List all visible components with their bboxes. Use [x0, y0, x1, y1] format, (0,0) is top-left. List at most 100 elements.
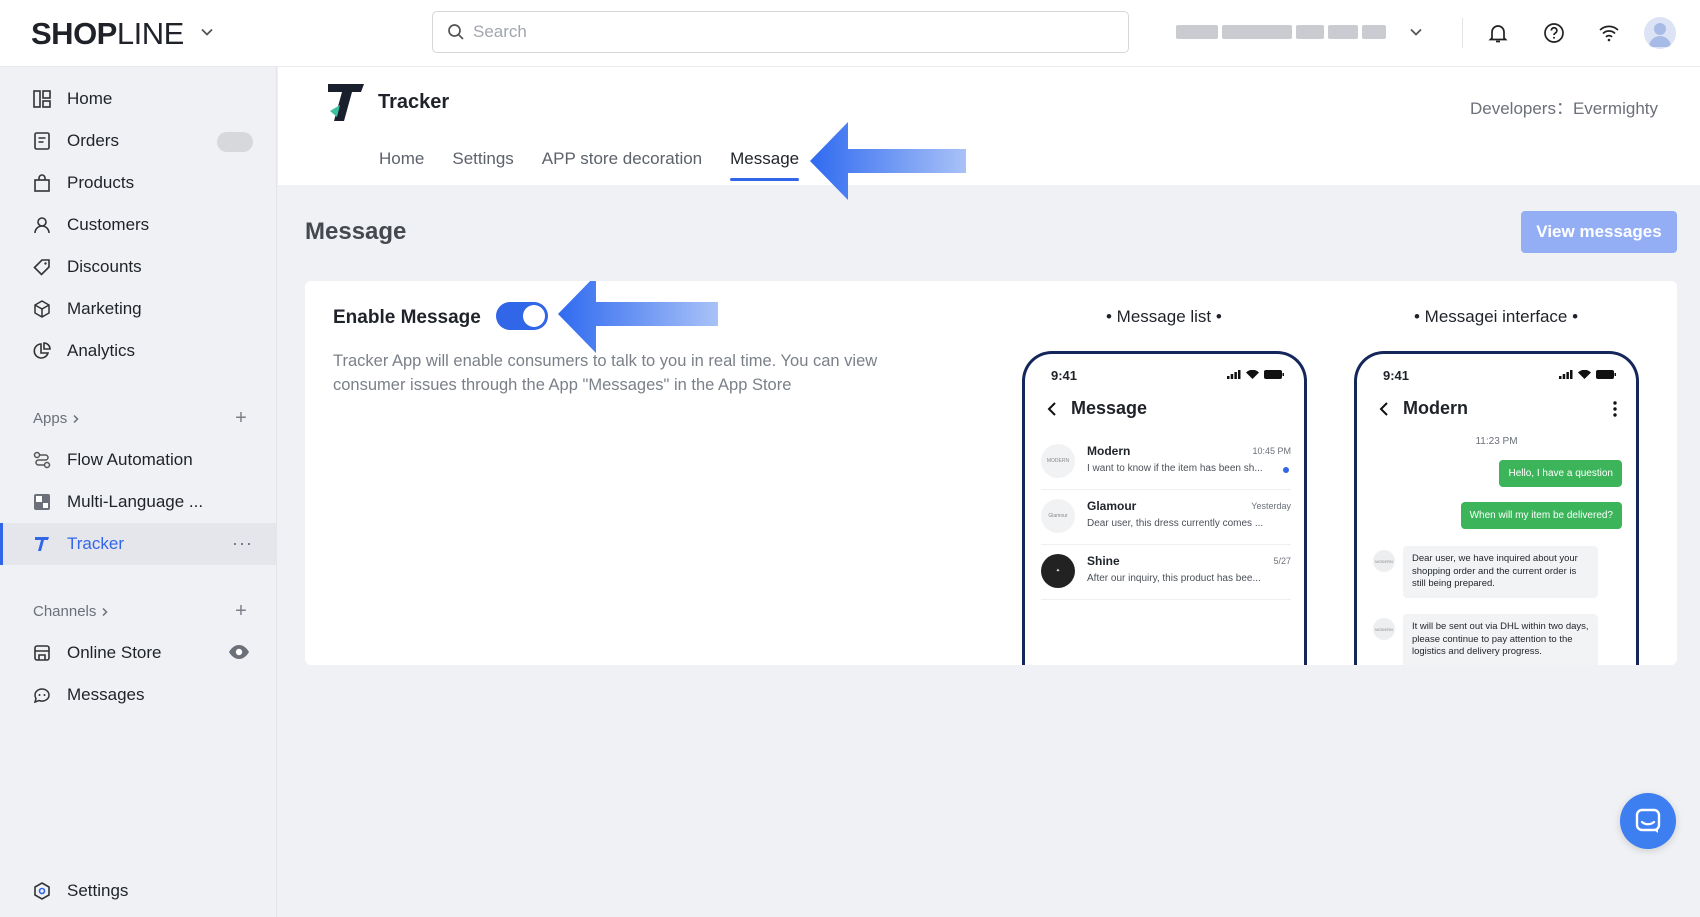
- contact-avatar: MODERN: [1041, 444, 1075, 478]
- message-list-item[interactable]: Glamour Glamour Yesterday Dear user, thi…: [1041, 491, 1291, 545]
- settings-icon: [32, 881, 52, 901]
- contact-avatar: ✦: [1041, 554, 1075, 588]
- flow-icon: [32, 450, 52, 470]
- chat-avatar: MODERN: [1373, 550, 1395, 572]
- wifi-icon[interactable]: [1595, 19, 1623, 47]
- add-channel-plus-icon[interactable]: +: [233, 601, 249, 621]
- contact-avatar: Glamour: [1041, 499, 1075, 533]
- sidebar-item-messages[interactable]: Messages: [0, 674, 276, 716]
- phone-time: 9:41: [1051, 368, 1078, 383]
- message-time: Yesterday: [1251, 501, 1291, 511]
- topbar-divider: [1462, 18, 1463, 48]
- logo-light-text: LINE: [116, 16, 184, 51]
- logo-bold-text: SHOP: [31, 16, 117, 51]
- sidebar-item-multi-language[interactable]: Multi-Language ...: [0, 481, 276, 523]
- sidebar-item-label: Multi-Language ...: [67, 492, 204, 511]
- received-message-bubble: Dear user, we have inquired about your s…: [1403, 546, 1598, 598]
- message-time: 10:45 PM: [1252, 446, 1291, 456]
- sidebar-item-label: Settings: [67, 881, 129, 900]
- signal-icon: [1559, 370, 1573, 379]
- add-app-plus-icon[interactable]: +: [233, 408, 249, 428]
- sidebar-item-flow-automation[interactable]: Flow Automation: [0, 439, 276, 481]
- chevron-right-icon: [102, 607, 108, 616]
- message-interface-preview-label: • Messagei interface •: [1414, 307, 1579, 326]
- more-options-icon[interactable]: ···: [232, 533, 253, 554]
- sidebar-item-label: Home: [67, 89, 113, 108]
- sidebar-item-analytics[interactable]: Analytics: [0, 330, 276, 372]
- unread-dot: [1283, 467, 1289, 473]
- search-bar[interactable]: [432, 11, 1129, 53]
- more-vertical-icon[interactable]: [1612, 400, 1618, 418]
- phone-preview-message-list: 9:41 Message MODERN Modern 10:45 PM I wa…: [1022, 351, 1307, 665]
- back-arrow-icon[interactable]: [1047, 401, 1057, 417]
- sidebar-item-orders[interactable]: Orders: [0, 120, 276, 162]
- sidebar-item-home[interactable]: Home: [0, 78, 276, 120]
- developer-label: Developers：Evermighty: [1469, 99, 1658, 118]
- sidebar-item-online-store[interactable]: Online Store: [0, 632, 276, 674]
- help-icon[interactable]: [1540, 19, 1568, 47]
- messages-icon: [32, 685, 52, 705]
- message-preview: Dear user, this dress currently comes ..…: [1087, 518, 1264, 529]
- store-chevron-down-icon[interactable]: [1408, 24, 1424, 40]
- tab-settings[interactable]: Settings: [452, 149, 513, 181]
- view-messages-button[interactable]: View messages: [1521, 211, 1677, 253]
- bell-icon[interactable]: [1484, 19, 1512, 47]
- received-message-bubble: It will be sent out via DHL within two d…: [1403, 614, 1598, 665]
- sidebar: Home Orders Products Customers Discounts…: [0, 67, 277, 917]
- signal-icon: [1227, 370, 1241, 379]
- person-icon: [32, 215, 52, 235]
- apps-section-label[interactable]: Apps: [33, 410, 81, 427]
- eye-icon[interactable]: [228, 643, 250, 661]
- tab-message[interactable]: Message: [730, 149, 799, 181]
- support-chat-button[interactable]: [1620, 793, 1676, 849]
- dashboard-icon: [32, 89, 52, 109]
- message-time: 5/27: [1273, 556, 1291, 566]
- orders-icon: [32, 131, 52, 151]
- sidebar-item-settings[interactable]: Settings: [0, 870, 276, 912]
- apps-label-text: Apps: [33, 410, 68, 427]
- channels-section-label[interactable]: Channels: [33, 603, 110, 620]
- sidebar-item-customers[interactable]: Customers: [0, 204, 276, 246]
- sidebar-item-label: Tracker: [67, 534, 124, 553]
- sidebar-item-label: Messages: [67, 685, 145, 704]
- bag-icon: [32, 173, 52, 193]
- sidebar-item-label: Online Store: [67, 643, 162, 662]
- chevron-right-icon: [73, 414, 79, 423]
- sidebar-item-tracker[interactable]: Tracker ···: [0, 523, 276, 565]
- phone-wifi-icon: [1578, 370, 1591, 379]
- phone-preview-chat: 9:41 Modern 11:23 PM Hello, I have a que…: [1354, 351, 1639, 665]
- back-arrow-icon[interactable]: [1379, 401, 1389, 417]
- sidebar-item-label: Marketing: [67, 299, 142, 318]
- tab-app-store-decoration[interactable]: APP store decoration: [542, 149, 702, 181]
- battery-icon: [1264, 370, 1284, 379]
- top-bar: SHOP LINE: [0, 0, 1700, 67]
- sidebar-item-products[interactable]: Products: [0, 162, 276, 204]
- cube-icon: [32, 299, 52, 319]
- sidebar-item-label: Orders: [67, 131, 119, 150]
- phone-status-icons: [1227, 370, 1284, 379]
- sidebar-item-discounts[interactable]: Discounts: [0, 246, 276, 288]
- message-list-item[interactable]: MODERN Modern 10:45 PM I want to know if…: [1041, 436, 1291, 490]
- arrow-annotation-toggle: [558, 281, 718, 353]
- store-name-blurred[interactable]: [1176, 22, 1396, 42]
- chevron-down-icon[interactable]: [199, 24, 215, 40]
- chat-avatar: MODERN: [1373, 618, 1395, 640]
- tab-home[interactable]: Home: [379, 149, 424, 181]
- store-icon: [32, 643, 52, 663]
- search-input[interactable]: [473, 22, 1093, 42]
- app-header: Tracker Developers：Evermighty Home Setti…: [278, 67, 1700, 185]
- shopline-logo[interactable]: SHOP LINE: [31, 16, 184, 52]
- search-icon: [448, 24, 464, 40]
- phone-time: 9:41: [1383, 368, 1410, 383]
- sidebar-item-marketing[interactable]: Marketing: [0, 288, 276, 330]
- channels-label-text: Channels: [33, 603, 97, 620]
- orders-count-badge: [217, 132, 253, 152]
- chat-timestamp: 11:23 PM: [1475, 436, 1518, 447]
- message-list-item[interactable]: ✦ Shine 5/27 After our inquiry, this pro…: [1041, 546, 1291, 600]
- enable-message-toggle[interactable]: [496, 302, 548, 330]
- sent-message-bubble: Hello, I have a question: [1499, 460, 1622, 487]
- tracker-icon: [32, 534, 52, 554]
- contact-name: Glamour: [1087, 499, 1137, 513]
- user-avatar[interactable]: [1644, 17, 1676, 49]
- tracker-app-logo: [328, 84, 364, 121]
